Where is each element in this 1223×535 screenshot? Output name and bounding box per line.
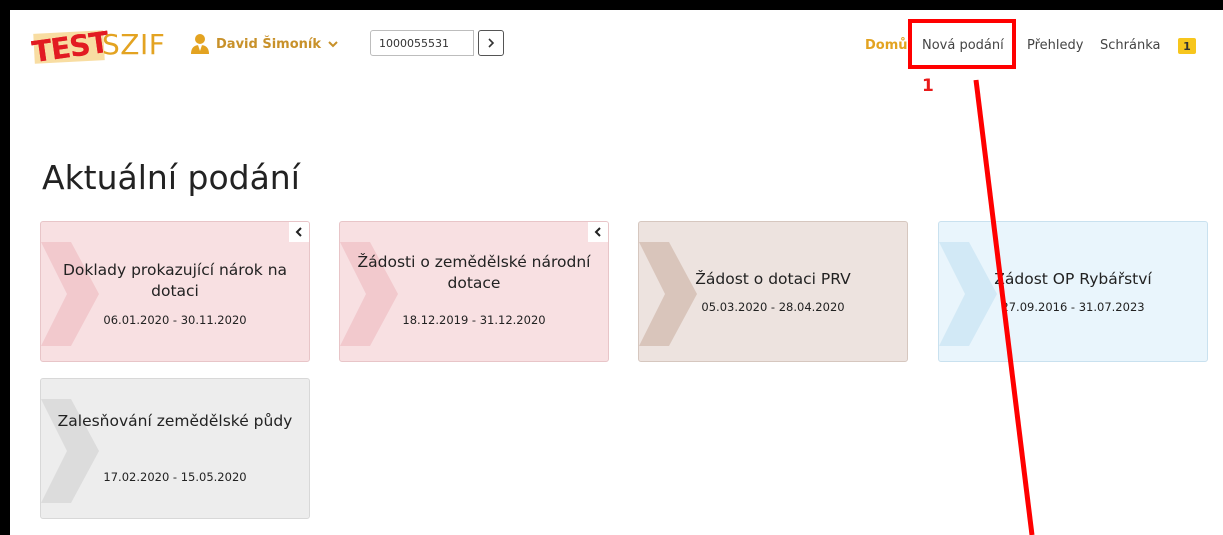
card-dates: 18.12.2019 - 31.12.2020 [402,313,546,327]
user-icon [191,34,209,54]
chevron-decoration [639,242,697,346]
chevron-decoration [41,399,99,503]
submission-card[interactable]: Žádost o dotaci PRV 05.03.2020 - 28.04.2… [638,221,908,362]
collapse-button[interactable] [588,222,608,242]
logo[interactable]: TEST SZIF [26,24,176,70]
card-dates: 27.09.2016 - 31.07.2023 [1001,300,1145,314]
nav-inbox[interactable]: Schránka [1100,38,1160,53]
app-window: TEST SZIF David Šimoník Domů Nová podání… [10,10,1223,535]
nav-overviews[interactable]: Přehledy [1027,38,1083,53]
subject-id-input[interactable] [370,30,474,56]
submission-card[interactable]: Žádost OP Rybářství 27.09.2016 - 31.07.2… [938,221,1208,362]
collapse-button[interactable] [289,222,309,242]
user-menu[interactable]: David Šimoník [190,32,339,56]
logo-test-label: TEST [30,24,111,70]
annotation-highlight-box [908,19,1016,69]
chevron-decoration [939,242,997,346]
chevron-right-icon [488,38,495,48]
top-bar: TEST SZIF David Šimoník Domů Nová podání… [10,10,1223,74]
card-title: Doklady prokazující nárok na dotaci [62,261,288,300]
nav-home[interactable]: Domů [865,38,908,53]
card-dates: 05.03.2020 - 28.04.2020 [701,300,845,314]
submission-card[interactable]: Zalesňování zemědělské půdy 17.02.2020 -… [40,378,310,519]
annotation-step-number: 1 [922,76,934,96]
chevron-left-icon [295,227,302,237]
submission-card[interactable]: Doklady prokazující nárok na dotaci 06.0… [40,221,310,362]
card-dates: 17.02.2020 - 15.05.2020 [103,470,247,484]
card-title: Žádost o dotaci PRV [695,270,851,288]
card-title: Žádosti o zemědělské národní dotace [357,253,591,292]
logo-brand: SZIF [102,28,166,61]
user-name: David Šimoník [216,36,321,52]
chevron-down-icon [328,41,338,48]
page-title: Aktuální podání [42,158,300,197]
card-title: Žádost OP Rybářství [994,270,1152,288]
card-dates: 06.01.2020 - 30.11.2020 [103,313,247,327]
card-title: Zalesňování zemědělské půdy [57,412,293,430]
inbox-count-badge: 1 [1178,38,1196,54]
subject-go-button[interactable] [478,30,504,56]
chevron-left-icon [594,227,601,237]
submission-card[interactable]: Žádosti o zemědělské národní dotace 18.1… [339,221,609,362]
